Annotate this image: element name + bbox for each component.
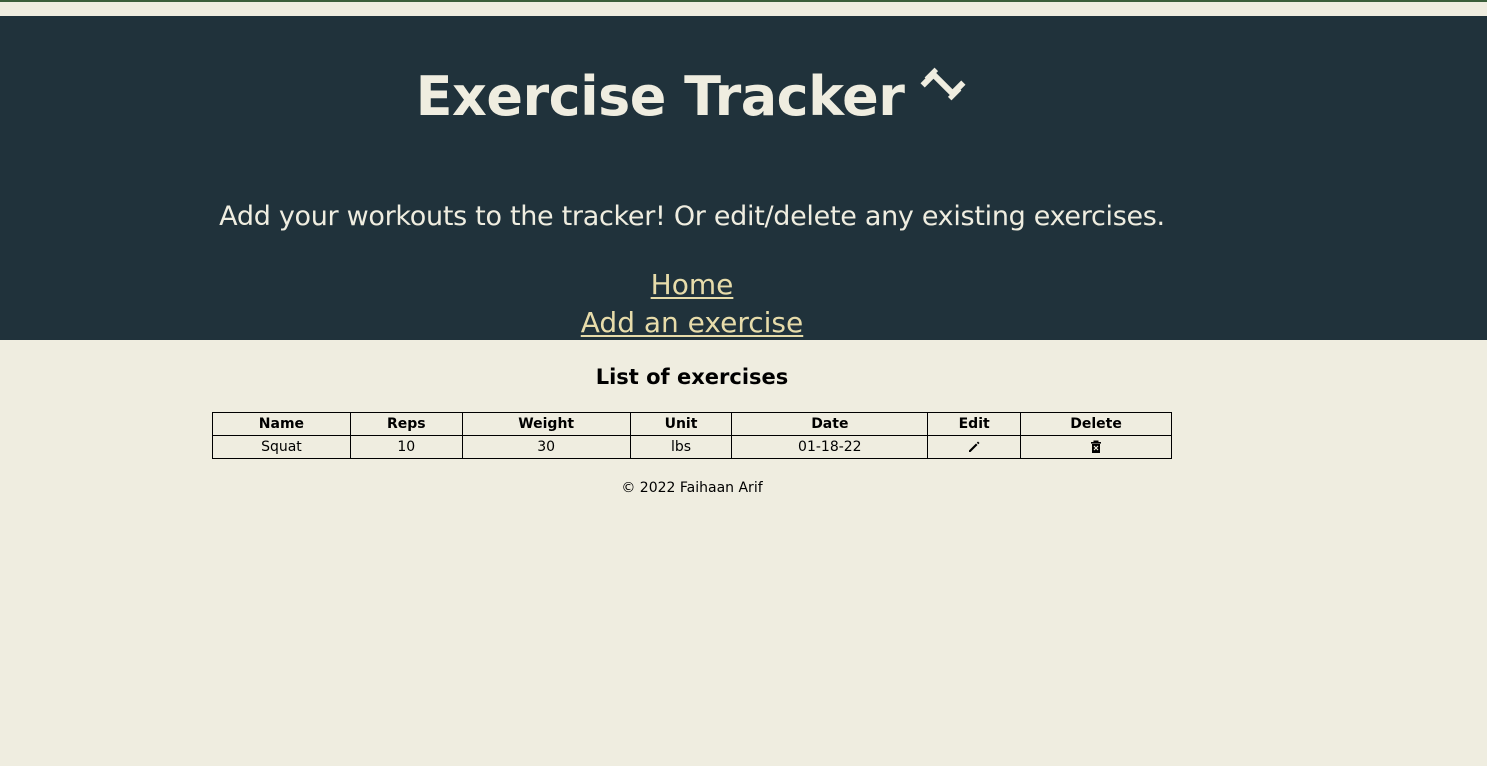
site-header: Exercise Tracker Add your workouts to th… xyxy=(0,16,1487,340)
copyright-text: © 2022 Faihaan Arif xyxy=(621,480,763,496)
column-header-weight: Weight xyxy=(461,412,631,436)
nav-link-home[interactable]: Home xyxy=(651,266,734,304)
cell-date: 01-18-22 xyxy=(731,435,929,459)
nav-link-add-exercise[interactable]: Add an exercise xyxy=(581,304,803,342)
top-strip xyxy=(0,0,1487,16)
cell-delete xyxy=(1020,435,1172,459)
pencil-icon[interactable] xyxy=(967,440,981,454)
column-header-delete: Delete xyxy=(1020,412,1172,436)
exercise-table: Name Reps Weight Unit Date Edit Delete S… xyxy=(212,412,1172,459)
column-header-name: Name xyxy=(212,412,351,436)
column-header-date: Date xyxy=(731,412,929,436)
cell-edit xyxy=(927,435,1022,459)
table-header-row: Name Reps Weight Unit Date Edit Delete xyxy=(212,412,1172,436)
page-subtitle: Add your workouts to the tracker! Or edi… xyxy=(219,201,1165,232)
column-header-reps: Reps xyxy=(349,412,463,436)
table-row: Squat 10 30 lbs 01-18-22 xyxy=(212,435,1172,459)
cell-unit: lbs xyxy=(629,435,733,459)
list-title: List of exercises xyxy=(595,365,789,389)
cell-weight: 30 xyxy=(461,435,631,459)
cell-name: Squat xyxy=(212,435,351,459)
page-title: Exercise Tracker xyxy=(0,62,1384,132)
column-header-edit: Edit xyxy=(927,412,1022,436)
main-nav: Home Add an exercise xyxy=(0,266,1384,342)
column-header-unit: Unit xyxy=(629,412,733,436)
footer: © 2022 Faihaan Arif xyxy=(0,478,1384,498)
dumbbell-icon xyxy=(920,67,966,101)
cell-reps: 10 xyxy=(349,435,463,459)
trash-icon[interactable] xyxy=(1090,440,1102,454)
page-title-text: Exercise Tracker xyxy=(415,65,905,128)
